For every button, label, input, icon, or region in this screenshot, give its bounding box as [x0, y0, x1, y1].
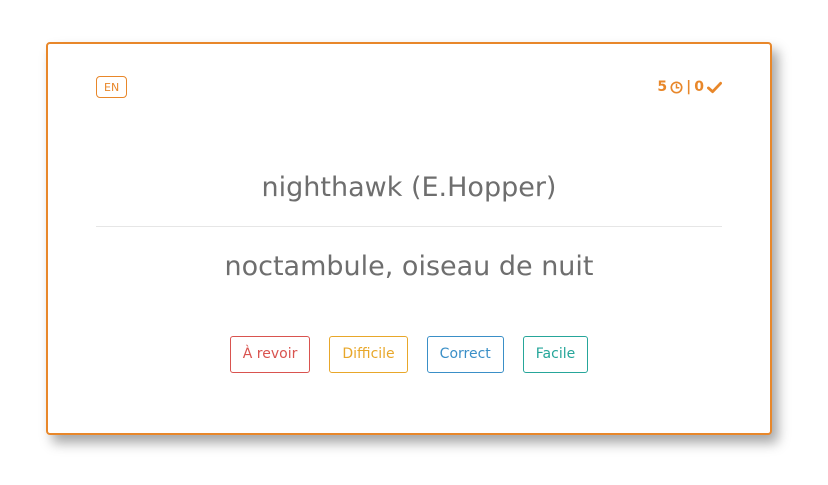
language-badge: EN — [96, 76, 128, 98]
difficult-button[interactable]: Difficile — [329, 336, 408, 373]
check-icon — [707, 81, 722, 94]
answer-buttons: À revoir Difficile Correct Facile — [48, 336, 770, 373]
review-again-button[interactable]: À revoir — [229, 336, 311, 373]
easy-button[interactable]: Facile — [522, 336, 589, 373]
correct-button[interactable]: Correct — [426, 336, 504, 373]
correct-count: 0 — [694, 79, 704, 95]
card-translation: noctambule, oiseau de nuit — [224, 251, 594, 282]
pending-count: 5 — [657, 79, 668, 95]
flashcard: EN 5 | 0 nighthawk (E.Hopper) noctambule… — [46, 42, 772, 435]
stats-counter: 5 | 0 — [657, 77, 722, 97]
card-word: nighthawk (E.Hopper) — [261, 172, 557, 203]
divider — [96, 226, 722, 227]
stats-separator: | — [686, 79, 692, 95]
clock-icon — [670, 80, 683, 94]
